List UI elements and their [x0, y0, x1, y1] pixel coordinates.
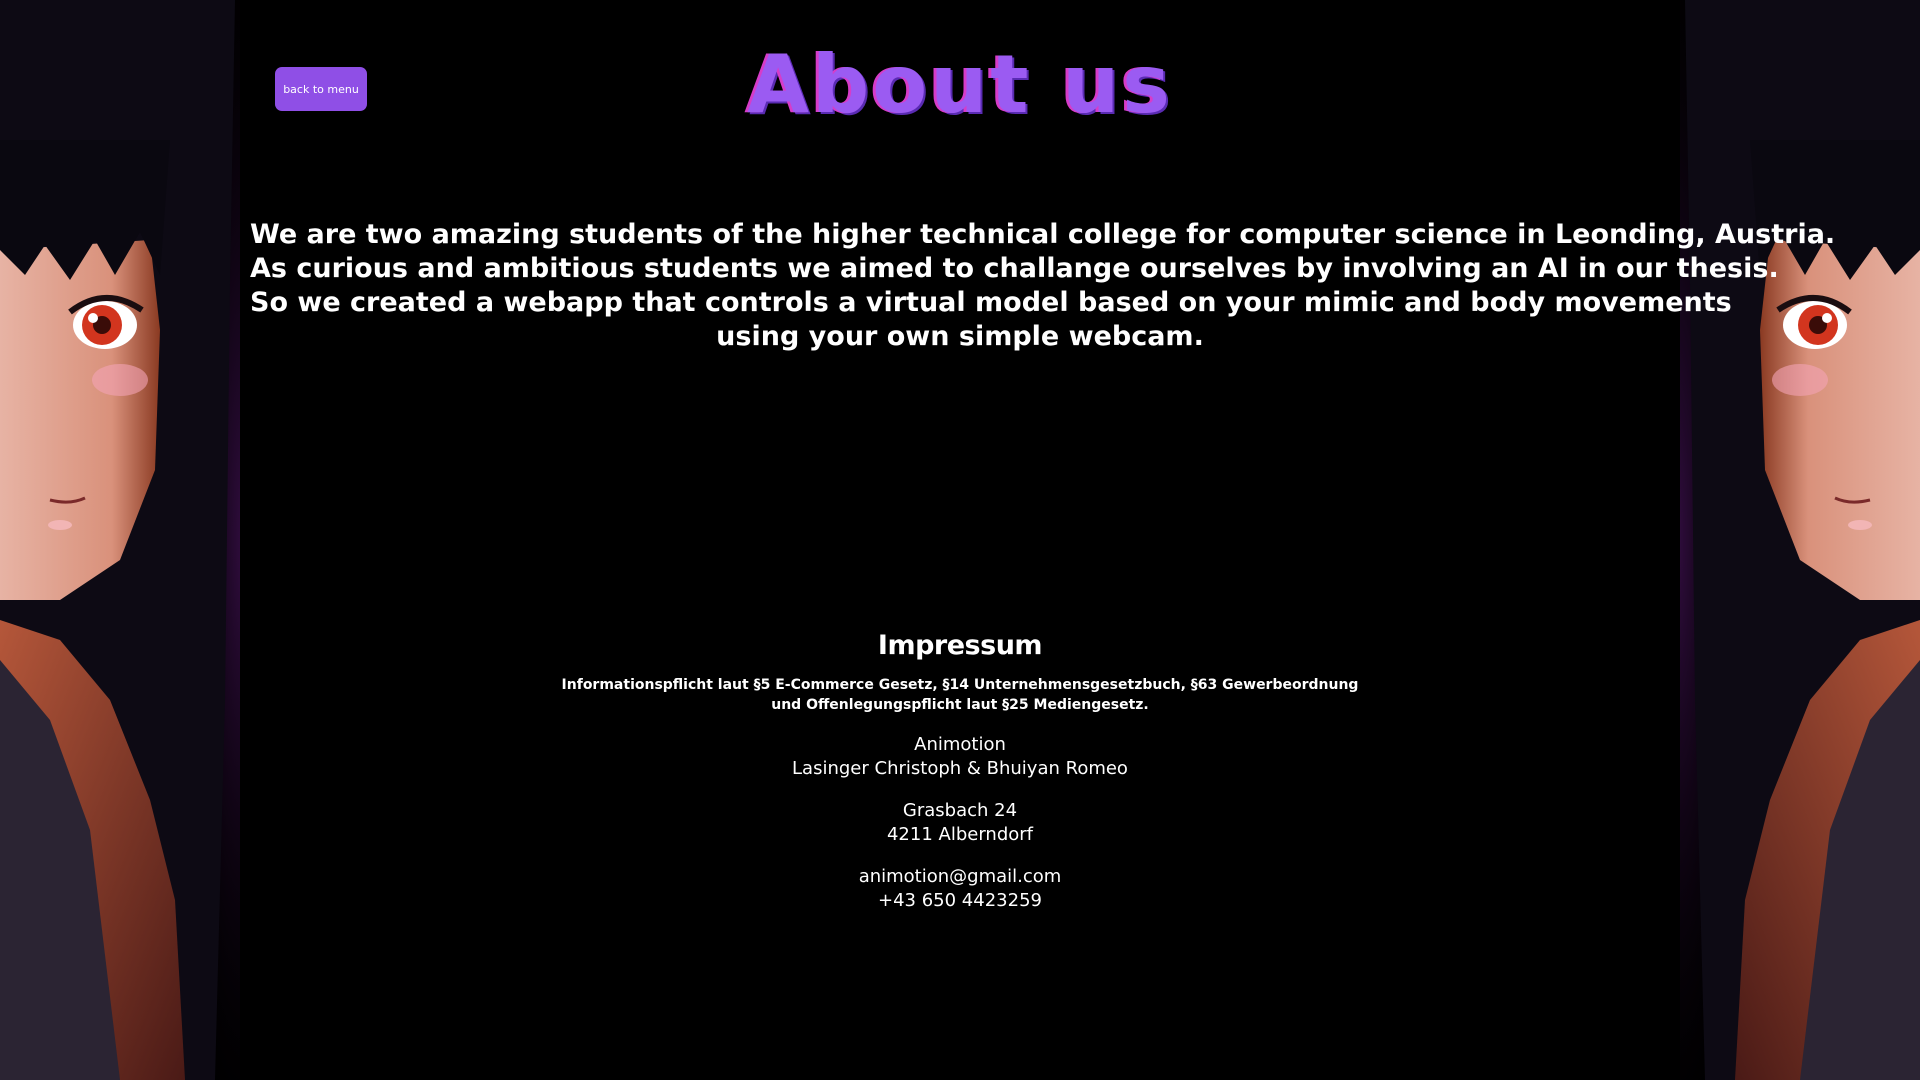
address-city: 4211 Alberndorf — [886, 824, 1033, 845]
page-title: About us — [747, 38, 1173, 131]
company-info: Animotion Lasinger Christoph & Bhuiyan R… — [460, 733, 1460, 781]
company-name: Animotion — [914, 734, 1006, 755]
impressum-section: Impressum Informationspflicht laut §5 E-… — [460, 630, 1460, 931]
address-street: Grasbach 24 — [902, 800, 1018, 821]
company-owners: Lasinger Christoph & Bhuiyan Romeo — [792, 758, 1128, 779]
legal-notice: Informationspflicht laut §5 E-Commerce G… — [460, 675, 1460, 715]
intro-paragraph: We are two amazing students of the highe… — [250, 218, 1836, 354]
contact-info: animotion@gmail.com +43 650 4423259 — [460, 865, 1460, 913]
right-portrait-image — [1680, 0, 1920, 1080]
intro-line: We are two amazing students of the highe… — [250, 219, 1836, 250]
intro-line: using your own simple webcam. — [716, 321, 1204, 352]
left-portrait-image — [0, 0, 240, 1080]
legal-notice-line: Informationspflicht laut §5 E-Commerce G… — [561, 677, 1359, 693]
legal-notice-line: und Offenlegungspflicht laut §25 Medieng… — [771, 697, 1149, 713]
phone-number: +43 650 4423259 — [878, 890, 1042, 911]
impressum-heading: Impressum — [877, 630, 1043, 661]
email-link[interactable]: animotion@gmail.com — [859, 866, 1062, 887]
address: Grasbach 24 4211 Alberndorf — [460, 799, 1460, 847]
intro-line: So we created a webapp that controls a v… — [250, 287, 1732, 318]
intro-line: As curious and ambitious students we aim… — [250, 253, 1779, 284]
